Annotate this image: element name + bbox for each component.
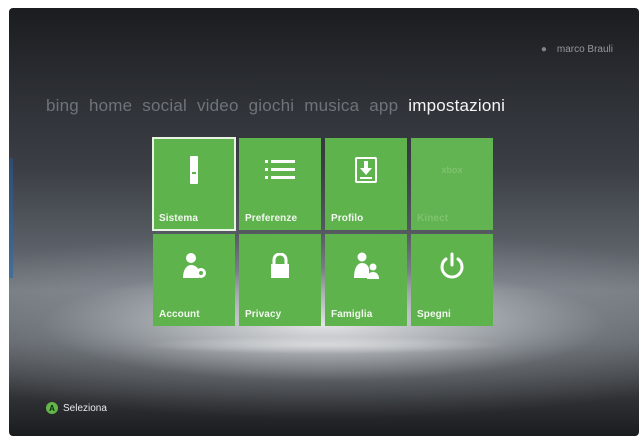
lock-icon	[239, 252, 321, 280]
family-icon	[325, 252, 407, 280]
a-button-icon: A	[46, 402, 58, 414]
tile-label: Spegni	[417, 309, 451, 320]
list-icon	[239, 156, 321, 184]
tab-impostazioni[interactable]: impostazioni	[408, 96, 505, 116]
hint-label: Seleziona	[63, 402, 107, 414]
tile-label: Sistema	[159, 213, 199, 224]
console-icon	[153, 156, 235, 184]
tab-video[interactable]: video	[197, 96, 239, 116]
tile-label: Preferenze	[245, 213, 298, 224]
tab-bing[interactable]: bing	[46, 96, 79, 116]
kinect-icon: xbox	[441, 165, 463, 175]
tab-app[interactable]: app	[369, 96, 398, 116]
settings-tile-grid: Sistema Preferenze Profilo xbox Kinect A…	[152, 137, 495, 328]
tile-label: Account	[159, 309, 200, 320]
tab-musica[interactable]: musica	[304, 96, 359, 116]
top-navigation: bing home social video giochi musica app…	[46, 96, 515, 116]
tab-social[interactable]: social	[142, 96, 187, 116]
tab-home[interactable]: home	[89, 96, 132, 116]
power-icon	[411, 252, 493, 280]
tile-label: Famiglia	[331, 309, 373, 320]
profile-indicator[interactable]: ● marco Brauli	[541, 44, 613, 55]
side-panel-edge	[9, 158, 13, 278]
screenshot-frame: ● marco Brauli bing home social video gi…	[0, 0, 642, 443]
gamer-icon: ●	[540, 43, 547, 55]
profile-download-icon	[325, 156, 407, 184]
tile-kinect[interactable]: xbox Kinect	[411, 138, 493, 230]
tile-privacy[interactable]: Privacy	[239, 234, 321, 326]
tile-profilo[interactable]: Profilo	[325, 138, 407, 230]
tile-label: Profilo	[331, 213, 364, 224]
tile-spegni[interactable]: Spegni	[411, 234, 493, 326]
tile-label: Kinect	[417, 213, 449, 224]
tile-preferenze[interactable]: Preferenze	[239, 138, 321, 230]
account-settings-icon	[153, 252, 235, 280]
tab-giochi[interactable]: giochi	[249, 96, 295, 116]
tile-account[interactable]: Account	[153, 234, 235, 326]
tile-label: Privacy	[245, 309, 282, 320]
tile-famiglia[interactable]: Famiglia	[325, 234, 407, 326]
gamertag: marco Brauli	[556, 44, 613, 55]
controller-hint: A Seleziona	[46, 402, 107, 414]
tile-sistema[interactable]: Sistema	[152, 137, 236, 231]
floor-reflection	[139, 336, 509, 354]
dashboard-screen: ● marco Brauli bing home social video gi…	[9, 8, 639, 436]
